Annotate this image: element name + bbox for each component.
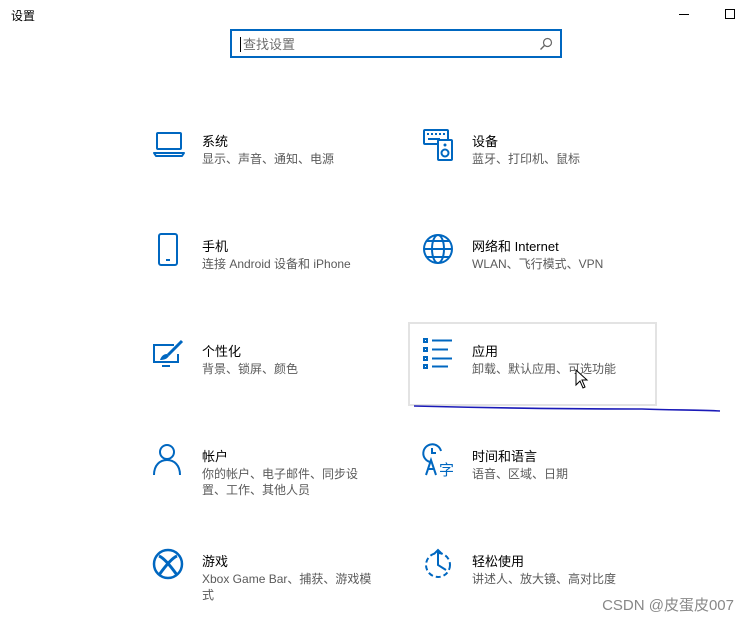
tile-gaming[interactable]: 游戏 Xbox Game Bar、捕获、游戏模式 bbox=[152, 548, 400, 630]
tile-description: 显示、声音、通知、电源 bbox=[202, 152, 335, 166]
tile-title: 系统 bbox=[202, 134, 229, 149]
tile-ease-of-access[interactable]: 轻松使用 讲述人、放大镜、高对比度 bbox=[422, 548, 670, 630]
tile-description: Xbox Game Bar、捕获、游戏模式 bbox=[202, 572, 372, 602]
tile-title: 轻松使用 bbox=[472, 554, 525, 569]
ease-of-access-icon bbox=[425, 548, 451, 578]
keyboard-speaker-icon bbox=[423, 129, 453, 161]
svg-text:字: 字 bbox=[439, 461, 454, 477]
maximize-button[interactable] bbox=[707, 0, 748, 30]
mouse-cursor-icon bbox=[575, 369, 589, 389]
tile-description: 蓝牙、打印机、鼠标 bbox=[472, 152, 581, 166]
search-icon[interactable] bbox=[539, 37, 553, 51]
watermark: CSDN @皮蛋皮007 bbox=[602, 597, 734, 614]
tile-phone[interactable]: 手机 连接 Android 设备和 iPhone bbox=[152, 233, 400, 315]
tile-description: WLAN、飞行模式、VPN bbox=[472, 257, 604, 271]
laptop-icon bbox=[153, 132, 185, 157]
text-caret bbox=[240, 37, 241, 52]
tile-description: 卸载、默认应用、可选功能 bbox=[472, 362, 617, 376]
window-title: 设置 bbox=[11, 9, 36, 23]
search-input[interactable] bbox=[243, 34, 533, 54]
phone-icon bbox=[158, 233, 178, 266]
apps-list-icon bbox=[423, 338, 452, 369]
tile-personalization[interactable]: 个性化 背景、锁屏、颜色 bbox=[152, 338, 400, 420]
tile-title: 网络和 Internet bbox=[472, 239, 559, 254]
tile-description: 你的帐户、电子邮件、同步设置、工作、其他人员 bbox=[202, 467, 359, 497]
tile-title: 时间和语言 bbox=[472, 449, 538, 464]
tile-description: 连接 Android 设备和 iPhone bbox=[202, 257, 351, 271]
annotation-underline bbox=[413, 405, 721, 412]
search-box[interactable] bbox=[230, 29, 562, 58]
minimize-button[interactable] bbox=[661, 0, 707, 30]
tile-time-language[interactable]: 字 时间和语言 语音、区域、日期 bbox=[422, 443, 670, 525]
paint-brush-icon bbox=[153, 339, 184, 367]
tile-network[interactable]: 网络和 Internet WLAN、飞行模式、VPN bbox=[422, 233, 670, 315]
tile-devices[interactable]: 设备 蓝牙、打印机、鼠标 bbox=[422, 128, 670, 210]
tile-system[interactable]: 系统 显示、声音、通知、电源 bbox=[152, 128, 400, 210]
tile-description: 语音、区域、日期 bbox=[472, 467, 569, 481]
tile-title: 帐户 bbox=[202, 449, 229, 464]
tile-accounts[interactable]: 帐户 你的帐户、电子邮件、同步设置、工作、其他人员 bbox=[152, 443, 400, 525]
tile-title: 游戏 bbox=[202, 554, 229, 569]
tile-title: 设备 bbox=[472, 134, 499, 149]
tile-title: 应用 bbox=[472, 344, 499, 359]
tile-description: 背景、锁屏、颜色 bbox=[202, 362, 299, 376]
tile-description: 讲述人、放大镜、高对比度 bbox=[472, 572, 617, 586]
tile-title: 个性化 bbox=[202, 344, 242, 359]
globe-icon bbox=[423, 234, 453, 264]
xbox-icon bbox=[152, 548, 184, 580]
title-bar: 设置 bbox=[0, 0, 748, 32]
tile-title: 手机 bbox=[202, 239, 229, 254]
person-icon bbox=[153, 444, 181, 476]
clock-language-icon: 字 bbox=[422, 443, 454, 477]
